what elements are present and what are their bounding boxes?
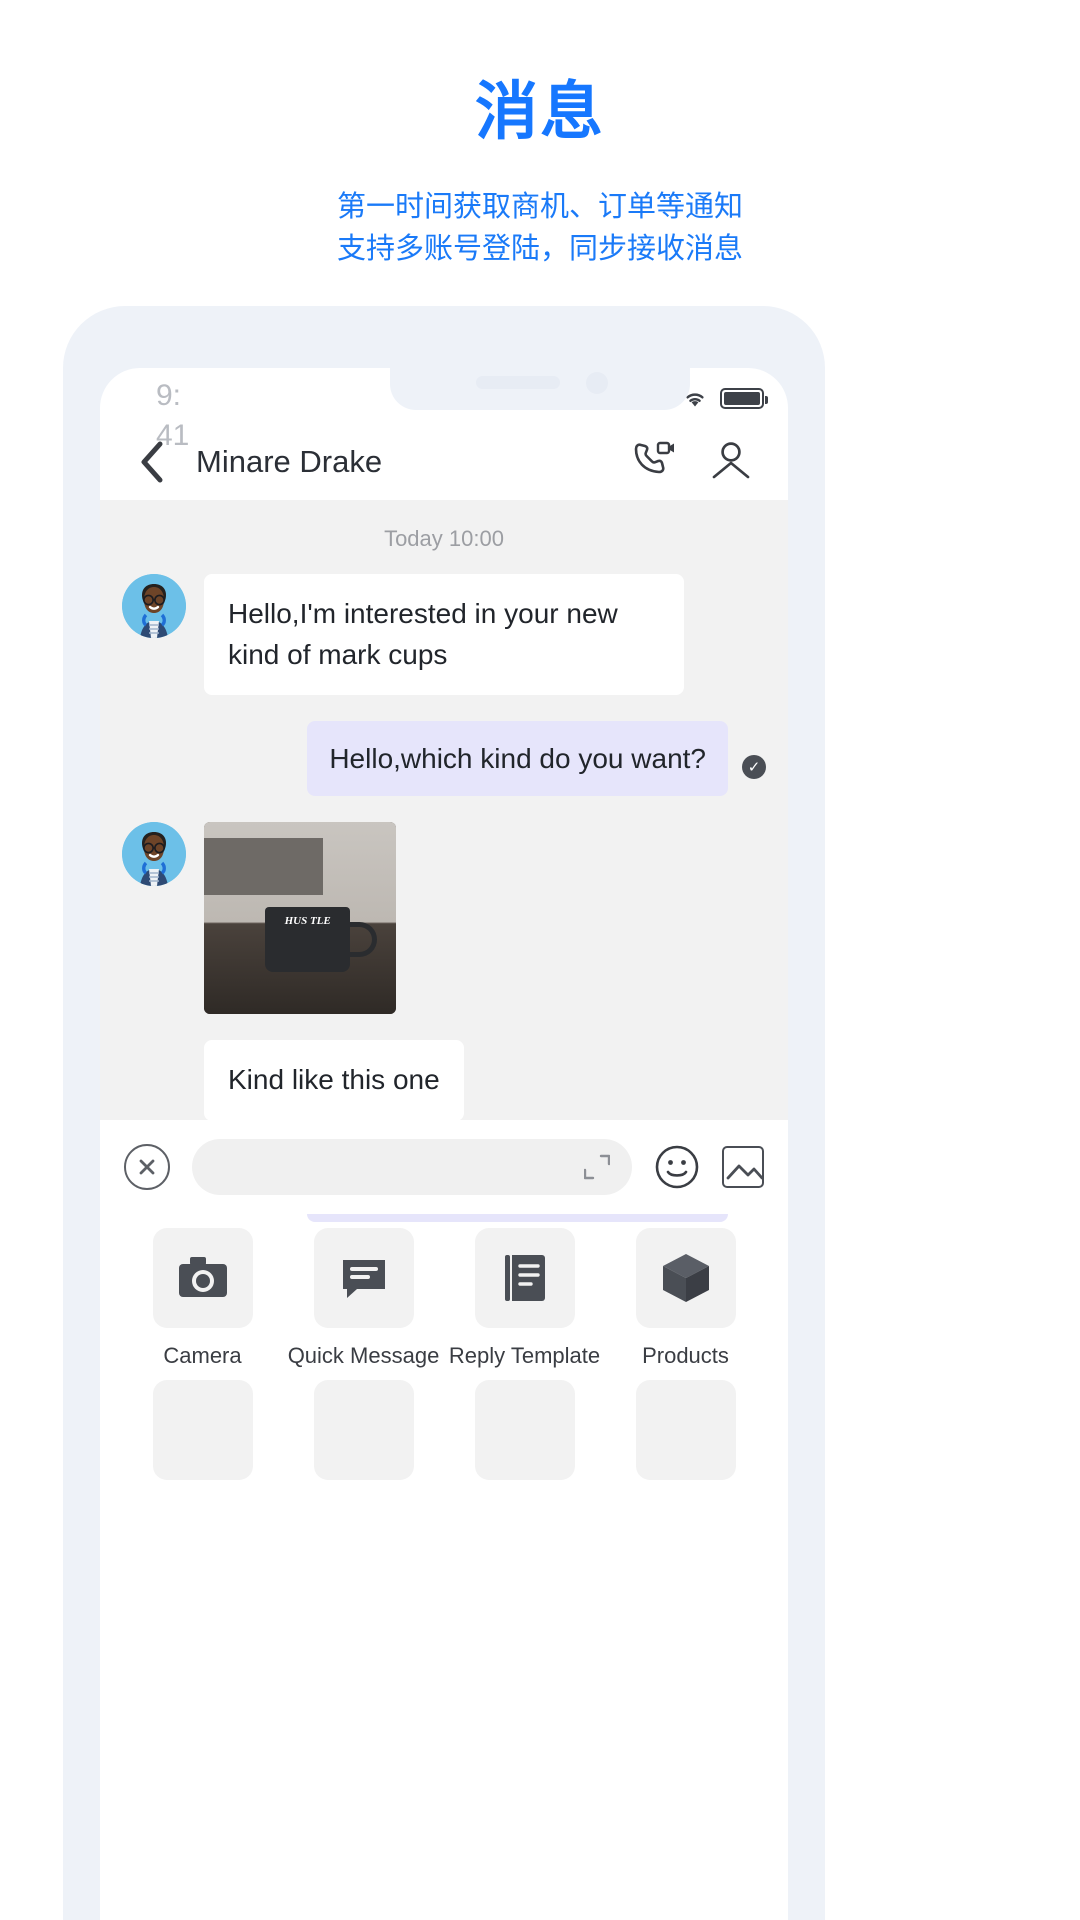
message-row-incoming-image: HUS TLE <box>122 822 766 1015</box>
picture-icon[interactable] <box>722 1146 764 1188</box>
action-quick-message[interactable]: Quick Message <box>283 1228 444 1370</box>
action-panel: Camera Quick Message Reply Template Prod… <box>100 1214 788 1504</box>
message-row-incoming: Kind like this one <box>122 1040 766 1121</box>
phone-screen: 9: 41 Minare Drake Today 10:00 Hello,I'm… <box>100 368 788 1920</box>
message-input[interactable] <box>192 1139 632 1195</box>
extra-tile-1[interactable] <box>152 1379 253 1480</box>
battery-full-icon <box>720 388 768 409</box>
promo-page: 消息 第一时间获取商机、订单等通知 支持多账号登陆，同步接收消息 9: 41 M… <box>0 0 1080 1920</box>
message-bubble: Hello,I'm interested in your new kind of… <box>204 574 684 696</box>
quick-message-icon <box>342 1260 385 1298</box>
message-bubble: Hello,which kind do you want? <box>307 721 728 797</box>
close-icon <box>139 1159 155 1175</box>
message-bubble: Kind like this one <box>204 1040 464 1121</box>
status-time-hour: 9: <box>156 379 182 412</box>
message-input-bar <box>100 1120 788 1214</box>
subtitle-line-1: 第一时间获取商机、订单等通知 <box>336 191 743 223</box>
photo-shelf <box>204 837 324 896</box>
action-reply-template[interactable]: Reply Template <box>444 1228 605 1370</box>
avatar <box>122 574 186 638</box>
action-label: Quick Message <box>287 1343 440 1368</box>
photo-mug-handle <box>344 922 377 957</box>
delivered-check-icon: ✓ <box>742 755 766 780</box>
notch-speaker <box>476 376 560 389</box>
reply-template-icon <box>504 1255 545 1301</box>
products-box-icon <box>662 1254 709 1302</box>
status-time: 9: 41 <box>156 376 214 456</box>
status-time-minute: 41 <box>156 419 190 452</box>
message-row-incoming: Hello,I'm interested in your new kind of… <box>122 574 766 696</box>
action-label: Camera <box>163 1343 242 1368</box>
photo-mug-text: HUS TLE <box>284 915 331 928</box>
smiley-face-icon[interactable] <box>654 1144 700 1190</box>
action-extra-3[interactable] <box>444 1379 605 1494</box>
extra-tile-4[interactable] <box>635 1379 736 1480</box>
action-products[interactable]: Products <box>605 1228 766 1370</box>
camera-icon <box>178 1257 227 1297</box>
page-title: 消息 <box>475 77 605 147</box>
extra-tile-3[interactable] <box>474 1379 575 1480</box>
page-subtitle: 第一时间获取商机、订单等通知 支持多账号登陆，同步接收消息 <box>0 186 1080 270</box>
phone-notch <box>390 354 690 410</box>
subtitle-line-2: 支持多账号登陆，同步接收消息 <box>336 233 743 266</box>
message-list[interactable]: Today 10:00 Hello,I'm interested in your… <box>100 500 788 1223</box>
action-extra-4[interactable] <box>605 1379 766 1494</box>
reply-template-tile[interactable] <box>474 1228 575 1328</box>
action-extra-1[interactable] <box>122 1379 283 1494</box>
products-tile[interactable] <box>635 1228 736 1328</box>
action-extra-2[interactable] <box>283 1379 444 1494</box>
action-label: Reply Template <box>448 1343 601 1368</box>
extra-tile-2[interactable] <box>313 1379 414 1480</box>
avatar <box>122 822 186 887</box>
day-timestamp: Today 10:00 <box>384 526 504 551</box>
quick-message-tile[interactable] <box>313 1228 414 1328</box>
expand-icon[interactable] <box>583 1154 611 1180</box>
message-image[interactable]: HUS TLE <box>204 822 396 1015</box>
notch-camera <box>586 372 608 394</box>
action-label: Products <box>642 1343 729 1368</box>
camera-tile[interactable] <box>152 1228 253 1328</box>
message-row-outgoing: Hello,which kind do you want? ✓ <box>122 721 766 797</box>
action-camera[interactable]: Camera <box>122 1228 283 1370</box>
close-panel-button[interactable] <box>124 1144 170 1190</box>
